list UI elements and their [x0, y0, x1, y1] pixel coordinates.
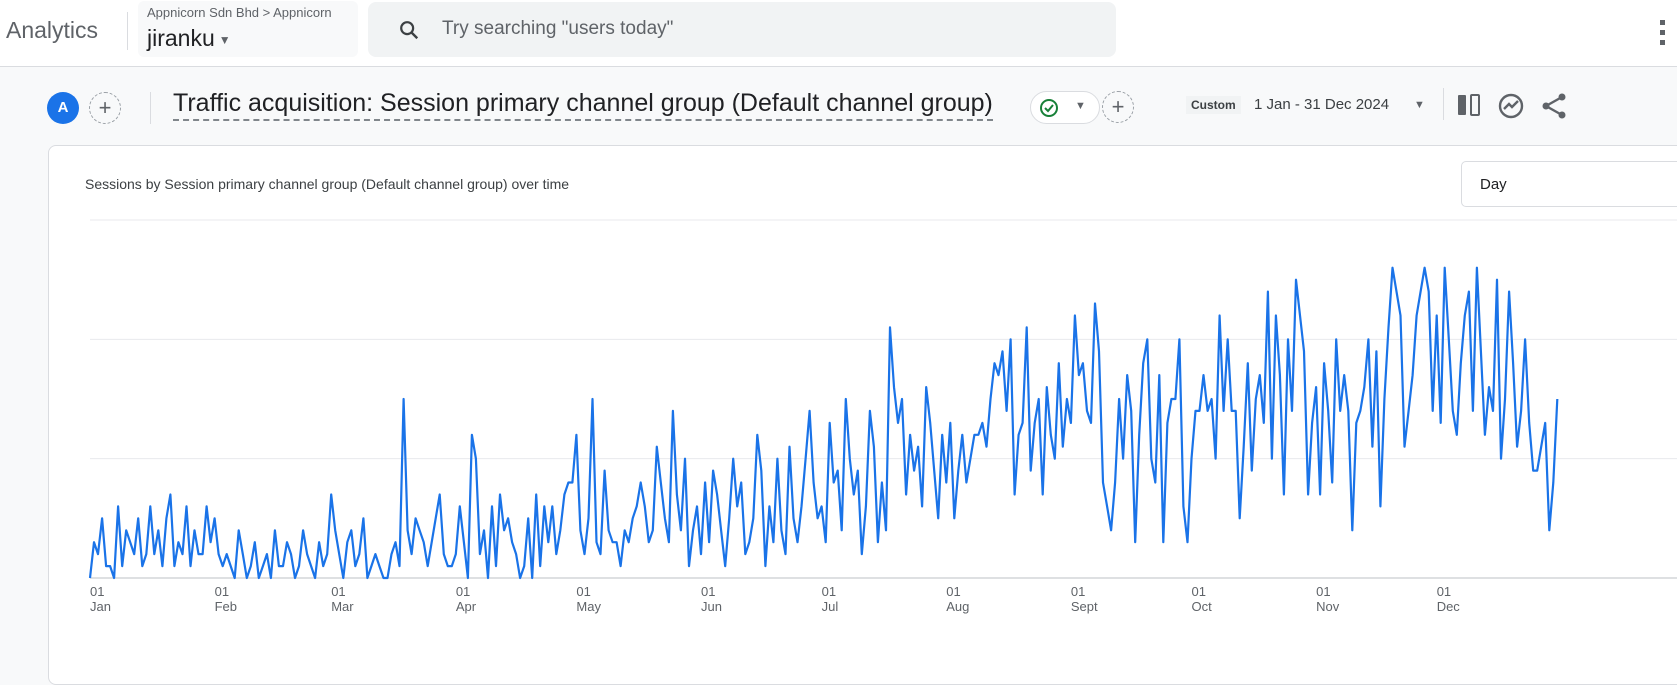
- x-tick-month: Jul: [822, 599, 839, 614]
- x-tick-month: Jan: [90, 599, 111, 614]
- x-tick-day: 01: [576, 584, 590, 599]
- x-tick-day: 01: [215, 584, 229, 599]
- x-tick-day: 01: [90, 584, 104, 599]
- sessions-line-chart: 01Jan01Feb01Mar01Apr01May01Jun01Jul01Aug…: [88, 219, 1677, 614]
- x-tick-month: Mar: [331, 599, 354, 614]
- x-tick-month: Nov: [1316, 599, 1340, 614]
- x-tick-day: 01: [1316, 584, 1330, 599]
- x-tick-day: 01: [1191, 584, 1205, 599]
- x-tick-day: 01: [946, 584, 960, 599]
- x-tick-month: Dec: [1437, 599, 1461, 614]
- x-tick-month: Sept: [1071, 599, 1098, 614]
- x-tick-day: 01: [331, 584, 345, 599]
- x-tick-month: May: [576, 599, 601, 614]
- x-tick-month: Apr: [456, 599, 477, 614]
- x-tick-day: 01: [701, 584, 715, 599]
- x-tick-month: Jun: [701, 599, 722, 614]
- x-tick-day: 01: [456, 584, 470, 599]
- x-tick-day: 01: [1071, 584, 1085, 599]
- x-tick-month: Aug: [946, 599, 969, 614]
- x-tick-month: Oct: [1191, 599, 1212, 614]
- sessions-series-line: [88, 266, 1559, 580]
- x-tick-day: 01: [1437, 584, 1451, 599]
- x-tick-month: Feb: [215, 599, 237, 614]
- x-tick-day: 01: [822, 584, 836, 599]
